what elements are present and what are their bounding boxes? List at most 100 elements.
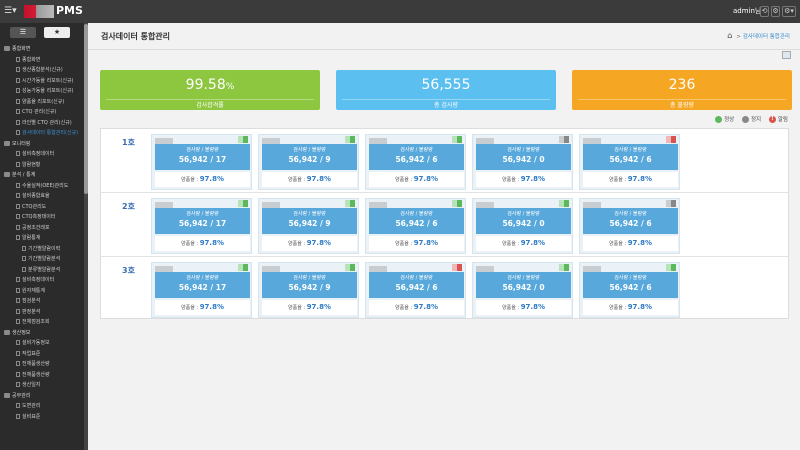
machine-card[interactable]: 검사량 / 불량량 56,942 / 9 양품율 : 97.8% bbox=[258, 134, 359, 190]
sidebar-item-label: 전체점검조회 bbox=[22, 319, 50, 325]
folder-icon bbox=[4, 392, 10, 398]
sidebar-group[interactable]: 공무관리 bbox=[0, 391, 84, 402]
kpi-value: 99.58 bbox=[185, 77, 226, 93]
status-light bbox=[243, 264, 248, 271]
sidebar-item[interactable]: 생산종합분석(신규) bbox=[0, 65, 84, 76]
menu-toggle-icon[interactable]: ☰▾ bbox=[4, 6, 17, 16]
sidebar-item[interactable]: 작업표준 bbox=[0, 349, 84, 360]
machine-card[interactable]: 검사량 / 불량량 56,942 / 0 양품율 : 97.8% bbox=[472, 198, 573, 254]
machine-card[interactable]: 검사량 / 불량량 56,942 / 9 양품율 : 97.8% bbox=[258, 262, 359, 318]
inspection-summary: 검사량 / 불량량 56,942 / 0 bbox=[476, 144, 571, 170]
sidebar-item[interactable]: 분류별알람분석 bbox=[0, 265, 84, 276]
sidebar-item-label: 전체품생산량 bbox=[22, 361, 50, 367]
home-icon[interactable]: ⌂ bbox=[727, 31, 732, 40]
card-caption: 검사량 / 불량량 bbox=[400, 147, 433, 153]
sidebar-item[interactable]: 설비측정데이터 bbox=[0, 149, 84, 160]
inspection-summary: 검사량 / 불량량 56,942 / 6 bbox=[369, 144, 464, 170]
machine-card[interactable]: 검사량 / 불량량 56,942 / 17 양품율 : 97.8% bbox=[151, 198, 252, 254]
settings-button[interactable]: ⚙ bbox=[771, 6, 780, 17]
inspection-count: 56,942 / 6 bbox=[609, 283, 652, 292]
machine-card[interactable]: 검사량 / 불량량 56,942 / 17 양품율 : 97.8% bbox=[151, 134, 252, 190]
card-caption: 검사량 / 불량량 bbox=[614, 275, 647, 281]
yield-value: 97.8% bbox=[306, 175, 331, 183]
inspection-summary: 검사량 / 불량량 56,942 / 0 bbox=[476, 272, 571, 298]
status-indicator-icon bbox=[666, 264, 676, 271]
yield-label: 양품율 : bbox=[395, 177, 413, 183]
sidebar-item[interactable]: 설비가동정보 bbox=[0, 338, 84, 349]
sidebar-item[interactable]: CTQ관리도 bbox=[0, 202, 84, 213]
machine-card[interactable]: 검사량 / 불량량 56,942 / 9 양품율 : 97.8% bbox=[258, 198, 359, 254]
yield-label: 양품율 : bbox=[181, 177, 199, 183]
yield-label: 양품율 : bbox=[181, 305, 199, 311]
sidebar-item[interactable]: 설비측정데이터 bbox=[0, 275, 84, 286]
refresh-button[interactable]: ⟲ bbox=[760, 6, 769, 17]
machine-card[interactable]: 검사량 / 불량량 56,942 / 6 양품율 : 97.8% bbox=[365, 262, 466, 318]
sidebar-item[interactable]: 라인별 CTQ 관리(신규) bbox=[0, 118, 84, 129]
yield-label: 양품율 : bbox=[502, 241, 520, 247]
machine-card[interactable]: 검사량 / 불량량 56,942 / 6 양품율 : 97.8% bbox=[579, 198, 680, 254]
sidebar-item[interactable]: 원자재통계 bbox=[0, 286, 84, 297]
sidebar-item[interactable]: 기간별알람분석 bbox=[0, 254, 84, 265]
sidebar-item[interactable]: 검사데이터 통합관리(신규) bbox=[0, 128, 84, 139]
inspection-summary: 검사량 / 불량량 56,942 / 9 bbox=[262, 208, 357, 234]
sidebar-item[interactable]: 설비종합효율 bbox=[0, 191, 84, 202]
sidebar-item[interactable]: CTQ 관리(신규) bbox=[0, 107, 84, 118]
sidebar-group[interactable]: 종합화면 bbox=[0, 44, 84, 55]
sidebar-item[interactable]: 알람현황 bbox=[0, 160, 84, 171]
yield-rate: 양품율 : 97.8% bbox=[476, 172, 571, 187]
inspection-summary: 검사량 / 불량량 56,942 / 9 bbox=[262, 144, 357, 170]
gear-dropdown-icon[interactable]: ⚙▾ bbox=[782, 6, 796, 17]
page-icon bbox=[16, 77, 20, 83]
sidebar-item[interactable]: 수율실적(OEE)관리도 bbox=[0, 181, 84, 192]
page-icon bbox=[16, 98, 20, 104]
sidebar-item[interactable]: 성능가동율 리포트(신규) bbox=[0, 86, 84, 97]
sidebar-item[interactable]: 점검분석 bbox=[0, 296, 84, 307]
machine-card[interactable]: 검사량 / 불량량 56,942 / 0 양품율 : 97.8% bbox=[472, 262, 573, 318]
inspection-summary: 검사량 / 불량량 56,942 / 17 bbox=[155, 208, 250, 234]
machine-card[interactable]: 검사량 / 불량량 56,942 / 6 양품율 : 97.8% bbox=[365, 134, 466, 190]
machine-card[interactable]: 검사량 / 불량량 56,942 / 6 양품율 : 97.8% bbox=[579, 262, 680, 318]
machine-card[interactable]: 검사량 / 불량량 56,942 / 17 양품율 : 97.8% bbox=[151, 262, 252, 318]
sidebar-group[interactable]: 모니터링 bbox=[0, 139, 84, 150]
status-indicator-icon bbox=[559, 264, 569, 271]
machine-card[interactable]: 검사량 / 불량량 56,942 / 6 양품율 : 97.8% bbox=[579, 134, 680, 190]
sidebar-item[interactable]: 전체점검조회 bbox=[0, 317, 84, 328]
sidebar-item[interactable]: 생산일지 bbox=[0, 380, 84, 391]
yield-value: 97.8% bbox=[199, 175, 224, 183]
status-indicator-icon bbox=[559, 200, 569, 207]
user-name[interactable]: admin님 bbox=[733, 6, 761, 16]
card-caption: 검사량 / 불량량 bbox=[293, 211, 326, 217]
tab-menu-list[interactable]: ☰ bbox=[10, 27, 36, 38]
sidebar-item[interactable]: 기간별알람이력 bbox=[0, 244, 84, 255]
yield-rate: 양품율 : 97.8% bbox=[262, 172, 357, 187]
sidebar-item-label: 판정분석 bbox=[22, 308, 41, 315]
status-indicator-icon bbox=[559, 136, 569, 143]
folder-icon bbox=[4, 329, 10, 335]
yield-rate: 양품율 : 97.8% bbox=[369, 172, 464, 187]
sidebar-item[interactable]: 공정조건레포 bbox=[0, 223, 84, 234]
folder-icon bbox=[4, 172, 10, 177]
page-icon bbox=[16, 371, 20, 377]
inspection-count: 56,942 / 17 bbox=[178, 219, 227, 228]
breadcrumb: ⌂ > 검사데이터 통합관리 bbox=[727, 31, 790, 40]
sidebar-item[interactable]: 알람통계 bbox=[0, 233, 84, 244]
breadcrumb-current[interactable]: 검사데이터 통합관리 bbox=[743, 34, 790, 40]
inspection-count: 56,942 / 6 bbox=[395, 283, 438, 292]
sidebar-item[interactable]: 도면관리 bbox=[0, 401, 84, 412]
sidebar-item[interactable]: 판정분석 bbox=[0, 307, 84, 318]
page-icon bbox=[16, 319, 20, 324]
sidebar-item[interactable]: CTQ측정데이터 bbox=[0, 212, 84, 223]
card-caption: 검사량 / 불량량 bbox=[293, 147, 326, 153]
sidebar-item[interactable]: 양품율 리포트(신규) bbox=[0, 97, 84, 108]
sidebar-item[interactable]: 설비표준 bbox=[0, 412, 84, 423]
sidebar-item[interactable]: 종합화면 bbox=[0, 55, 84, 66]
sidebar-item[interactable]: 전체품생산량 bbox=[0, 359, 84, 370]
machine-card[interactable]: 검사량 / 불량량 56,942 / 6 양품율 : 97.8% bbox=[365, 198, 466, 254]
sidebar-group[interactable]: 분석 / 통계 bbox=[0, 170, 84, 181]
machine-card[interactable]: 검사량 / 불량량 56,942 / 0 양품율 : 97.8% bbox=[472, 134, 573, 190]
tab-favorites[interactable]: ★ bbox=[44, 27, 70, 38]
sidebar-item[interactable]: 전체품생산량 bbox=[0, 370, 84, 381]
sidebar-group[interactable]: 생산정보 bbox=[0, 328, 84, 339]
sidebar-item[interactable]: 시간가동율 리포트(신규) bbox=[0, 76, 84, 87]
status-light bbox=[350, 264, 355, 271]
